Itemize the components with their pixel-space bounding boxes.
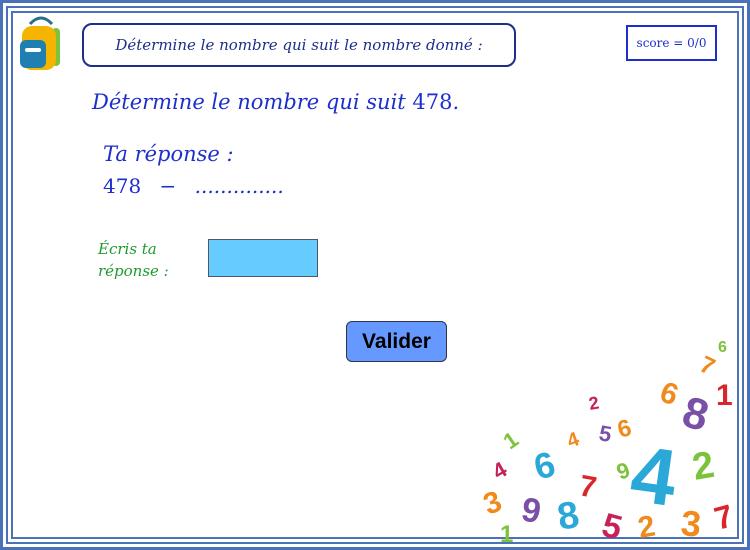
svg-text:7: 7 [577, 469, 599, 504]
instruction-banner: Détermine le nombre qui suit le nombre d… [82, 23, 516, 67]
answer-blank: .............. [194, 174, 284, 198]
svg-text:3: 3 [480, 485, 506, 522]
svg-text:6: 6 [529, 443, 559, 488]
backpack-icon [20, 16, 60, 70]
svg-text:5: 5 [597, 420, 613, 447]
svg-text:9: 9 [519, 490, 544, 531]
svg-text:2: 2 [689, 444, 717, 489]
svg-text:6: 6 [656, 376, 683, 413]
svg-text:4: 4 [564, 428, 583, 453]
svg-text:7: 7 [710, 497, 737, 536]
svg-text:2: 2 [587, 393, 600, 414]
svg-text:3: 3 [679, 502, 703, 542]
instruction-text: Détermine le nombre qui suit le nombre d… [115, 36, 483, 54]
svg-text:4: 4 [626, 429, 683, 523]
svg-text:6: 6 [718, 339, 727, 356]
svg-text:1: 1 [499, 427, 523, 455]
question-prefix: Détermine le nombre qui suit [92, 90, 413, 114]
colorful-numbers-illustration: 2 6 7 6 8 1 1 4 5 6 6 4 7 4 2 3 9 8 5 2 … [480, 339, 737, 542]
answer-number: 478 [103, 174, 142, 198]
numbers-pile: 2 6 7 6 8 1 1 4 5 6 6 4 7 4 2 3 9 8 5 2 … [480, 339, 737, 542]
question-number: 478 [412, 90, 453, 114]
svg-text:1: 1 [500, 521, 513, 542]
svg-text:6: 6 [615, 414, 635, 444]
validate-button[interactable]: Valider [346, 321, 447, 362]
answer-operator: − [159, 174, 177, 198]
score-text: score = 0/0 [636, 36, 707, 50]
question-suffix: . [452, 90, 460, 114]
input-label: Écris ta réponse : [98, 240, 169, 280]
svg-text:4: 4 [488, 456, 512, 484]
question-text: Détermine le nombre qui suit 478. [92, 90, 459, 114]
answer-expression: 478 − .............. [103, 174, 284, 198]
score-badge: score = 0/0 [626, 25, 717, 61]
svg-text:9: 9 [613, 457, 633, 485]
svg-text:5: 5 [598, 506, 626, 542]
answer-input[interactable] [208, 239, 318, 277]
svg-text:8: 8 [677, 387, 713, 441]
answer-label: Ta réponse : [103, 142, 234, 166]
svg-text:1: 1 [716, 379, 733, 412]
svg-text:7: 7 [695, 351, 719, 381]
